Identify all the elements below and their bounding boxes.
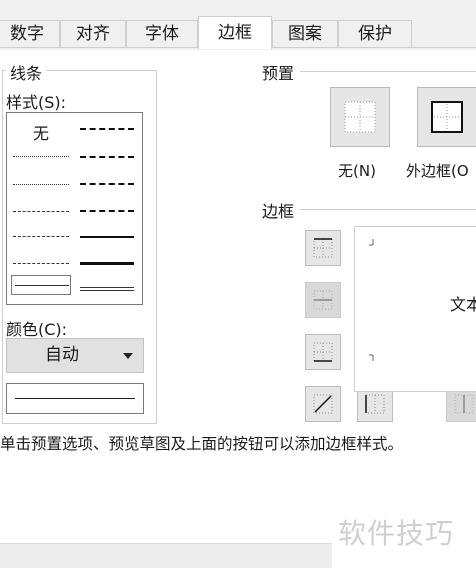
line-style-none[interactable]: 无 [33, 120, 49, 144]
line-style-dashed[interactable] [13, 263, 69, 264]
hint-text: 单击预置选项、预览草图及上面的按钮可以添加边框样式。 [0, 435, 404, 453]
border-left-icon [365, 394, 385, 414]
preset-none-button[interactable] [330, 87, 390, 147]
preset-none-icon [344, 101, 376, 133]
line-style-dash-dot[interactable] [13, 236, 69, 237]
line-group-title: 线条 [6, 60, 47, 84]
line-style-medium[interactable] [80, 236, 134, 238]
tab-number[interactable]: 数字 [0, 20, 60, 47]
border-inside-horizontal-button[interactable] [305, 282, 341, 318]
chevron-down-icon [123, 353, 133, 359]
preview-text: 文本 [450, 295, 476, 314]
bottom-strip [0, 543, 332, 568]
color-label: 颜色(C): [6, 320, 68, 339]
style-label: 样式(S): [6, 93, 67, 112]
preset-outline-label: 外边框(O [406, 162, 469, 180]
color-dropdown[interactable]: 自动 [6, 338, 144, 373]
tab-alignment[interactable]: 对齐 [60, 20, 126, 47]
border-bottom-icon [313, 342, 333, 362]
border-diagonal-up-button[interactable] [305, 386, 341, 422]
line-style-double[interactable] [80, 287, 134, 291]
line-style-medium-dash-dot-dot[interactable] [80, 128, 134, 130]
border-diagonal-up-icon [313, 394, 333, 414]
border-group-title: 边框 [258, 198, 299, 222]
border-inside-horizontal-icon [313, 290, 333, 310]
preset-outline-button[interactable] [417, 87, 476, 147]
preset-none-label: 无(N) [338, 162, 376, 180]
tab-font[interactable]: 字体 [126, 20, 198, 47]
line-style-slant-dash-dot[interactable] [80, 156, 134, 158]
preset-outline-icon [431, 101, 463, 133]
tab-border[interactable]: 边框 [198, 16, 272, 49]
line-color-preview [6, 383, 144, 414]
presets-group-line [300, 71, 476, 72]
border-bottom-button[interactable] [305, 334, 341, 370]
border-top-icon [313, 238, 333, 258]
line-style-hair[interactable] [13, 156, 69, 157]
border-group-line [300, 209, 476, 210]
tab-protection[interactable]: 保护 [338, 20, 412, 47]
presets-group-title: 预置 [258, 60, 299, 84]
tab-pattern[interactable]: 图案 [272, 20, 338, 47]
line-style-dotted[interactable] [13, 184, 69, 185]
color-dropdown-value: 自动 [45, 345, 79, 365]
line-style-thick[interactable] [80, 262, 134, 265]
line-style-list[interactable]: 无 [6, 112, 143, 305]
line-style-medium-dash-dot[interactable] [80, 183, 134, 185]
line-preview-sample [15, 398, 135, 399]
line-style-dash-dot-dot[interactable] [13, 211, 69, 212]
preview-corner-bottom-left [369, 354, 374, 361]
watermark-text: 软件技巧 [338, 517, 455, 550]
border-inside-vertical-icon [454, 394, 474, 414]
line-style-medium-dashed[interactable] [80, 210, 134, 212]
line-style-thin[interactable] [15, 285, 69, 286]
border-top-button[interactable] [305, 230, 341, 266]
preview-corner-top-left [369, 239, 374, 246]
